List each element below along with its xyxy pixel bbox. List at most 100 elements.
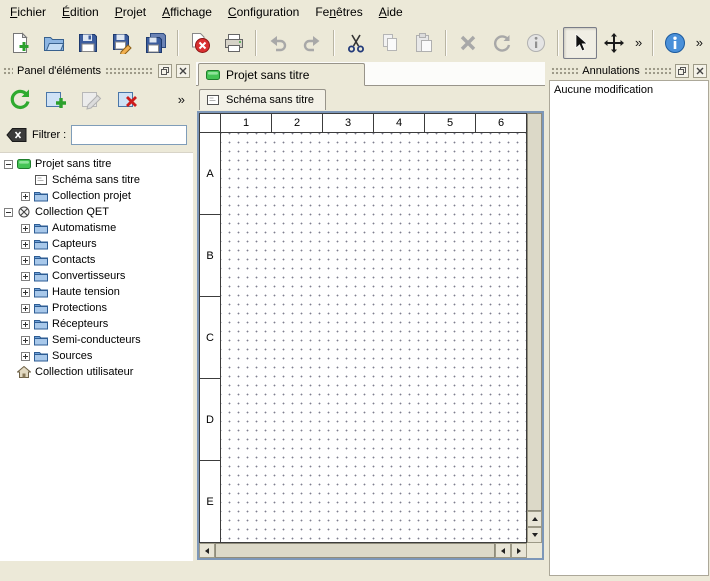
help-toolbar-overflow-button[interactable]: »: [692, 35, 707, 50]
drawing-grid[interactable]: [221, 133, 526, 542]
redo-button[interactable]: [295, 27, 329, 59]
expand-icon[interactable]: [21, 336, 30, 345]
vertical-scrollbar-thumb[interactable]: [527, 113, 542, 511]
toolbar-overflow-button[interactable]: »: [631, 35, 646, 50]
collapse-icon[interactable]: [4, 208, 13, 217]
tree-item-capteurs[interactable]: Capteurs: [0, 236, 193, 252]
clear-filter-button[interactable]: [6, 127, 27, 143]
expand-icon[interactable]: [21, 192, 30, 201]
tree-item-automatisme[interactable]: Automatisme: [0, 220, 193, 236]
float-window-icon: [160, 66, 170, 76]
paste-button[interactable]: [407, 27, 441, 59]
tree-item-label: Sources: [52, 350, 92, 362]
dock-grip[interactable]: [3, 67, 13, 75]
expand-icon[interactable]: [21, 352, 30, 361]
dock-grip[interactable]: [105, 67, 154, 75]
tree-item-sources[interactable]: Sources: [0, 348, 193, 364]
toolbar-separator: [333, 30, 335, 56]
tree-item-label: Récepteurs: [52, 318, 108, 330]
tree-item-collection-utilisateur[interactable]: Collection utilisateur: [0, 364, 193, 380]
close-panel-button[interactable]: [693, 64, 707, 78]
save-as-button[interactable]: [105, 27, 139, 59]
horizontal-scrollbar-thumb[interactable]: [215, 543, 495, 558]
element-info-button[interactable]: [519, 27, 553, 59]
folder-icon: [34, 334, 48, 346]
delete-button[interactable]: [451, 27, 485, 59]
copy-button[interactable]: [373, 27, 407, 59]
tree-item-convertisseurs[interactable]: Convertisseurs: [0, 268, 193, 284]
elements-panel-header[interactable]: Panel d'éléments: [0, 62, 193, 80]
menu-bar: Fichier Édition Projet Affichage Configu…: [0, 0, 710, 23]
cut-icon: [345, 32, 367, 54]
tree-item-collection-projet[interactable]: Collection projet: [0, 188, 193, 204]
expand-icon[interactable]: [21, 320, 30, 329]
close-file-button[interactable]: [183, 27, 217, 59]
open-file-button[interactable]: [37, 27, 71, 59]
tree-item-protections[interactable]: Protections: [0, 300, 193, 316]
menu-projet[interactable]: Projet: [107, 0, 154, 23]
scroll-left-button-2[interactable]: [495, 543, 511, 558]
tree-item-recepteurs[interactable]: Récepteurs: [0, 316, 193, 332]
menu-edition[interactable]: Édition: [54, 0, 107, 23]
tree-item-label: Schéma sans titre: [52, 174, 140, 186]
down-arrow-icon: [532, 533, 538, 537]
tree-item-haute-tension[interactable]: Haute tension: [0, 284, 193, 300]
dock-grip[interactable]: [644, 67, 671, 75]
scroll-up-button[interactable]: [527, 511, 542, 527]
rotate-button[interactable]: [485, 27, 519, 59]
undo-list[interactable]: Aucune modification: [549, 80, 709, 576]
tab-schema-sans-titre[interactable]: Schéma sans titre: [199, 89, 326, 110]
tree-item-contacts[interactable]: Contacts: [0, 252, 193, 268]
pan-mode-button[interactable]: [597, 27, 631, 59]
menu-configuration[interactable]: Configuration: [220, 0, 307, 23]
vertical-scrollbar[interactable]: [527, 113, 542, 543]
reload-collections-button[interactable]: [4, 83, 36, 115]
collapse-icon[interactable]: [4, 160, 13, 169]
new-element-button[interactable]: [40, 83, 72, 115]
copy-icon: [379, 32, 401, 54]
tree-item-schema-sans-titre[interactable]: Schéma sans titre: [0, 172, 193, 188]
main-toolbar: » »: [0, 23, 710, 62]
folder-icon: [34, 286, 48, 298]
tree-item-projet-sans-titre[interactable]: Projet sans titre: [0, 156, 193, 172]
select-mode-button[interactable]: [563, 27, 597, 59]
close-panel-button[interactable]: [176, 64, 190, 78]
print-button[interactable]: [217, 27, 251, 59]
expand-icon[interactable]: [21, 256, 30, 265]
dock-grip[interactable]: [551, 67, 578, 75]
delete-element-button[interactable]: [112, 83, 144, 115]
float-panel-button[interactable]: [675, 64, 689, 78]
menu-fichier[interactable]: Fichier: [2, 0, 54, 23]
toolbar-separator: [177, 30, 179, 56]
expand-icon[interactable]: [21, 240, 30, 249]
workspace: Projet sans titre Schéma sans titre 1 2 …: [196, 62, 545, 561]
float-panel-button[interactable]: [158, 64, 172, 78]
scroll-right-button[interactable]: [511, 543, 527, 558]
expand-icon[interactable]: [21, 272, 30, 281]
tree-item-collection-qet[interactable]: Collection QET: [0, 204, 193, 220]
right-arrow-icon: [517, 548, 521, 554]
tab-projet-sans-titre[interactable]: Projet sans titre: [198, 63, 365, 86]
edit-element-button[interactable]: [76, 83, 108, 115]
expand-icon[interactable]: [21, 224, 30, 233]
menu-fenetres[interactable]: Fenêtres: [307, 0, 370, 23]
menu-aide[interactable]: Aide: [371, 0, 411, 23]
cut-button[interactable]: [339, 27, 373, 59]
save-button[interactable]: [71, 27, 105, 59]
save-all-button[interactable]: [139, 27, 173, 59]
project-tab-bar: Projet sans titre: [196, 62, 545, 86]
tree-item-semi-conducteurs[interactable]: Semi-conducteurs: [0, 332, 193, 348]
expand-icon[interactable]: [21, 288, 30, 297]
delete-element-icon: [116, 87, 140, 111]
undo-button[interactable]: [261, 27, 295, 59]
expand-icon[interactable]: [21, 304, 30, 313]
about-button[interactable]: [658, 27, 692, 59]
scroll-left-button[interactable]: [199, 543, 215, 558]
undo-panel-header[interactable]: Annulations: [548, 62, 710, 80]
panel-toolbar-overflow-button[interactable]: »: [174, 92, 189, 107]
scroll-down-button[interactable]: [527, 527, 542, 543]
new-file-button[interactable]: [3, 27, 37, 59]
menu-affichage[interactable]: Affichage: [154, 0, 220, 23]
filter-input[interactable]: [71, 125, 187, 145]
horizontal-scrollbar[interactable]: [199, 543, 527, 558]
